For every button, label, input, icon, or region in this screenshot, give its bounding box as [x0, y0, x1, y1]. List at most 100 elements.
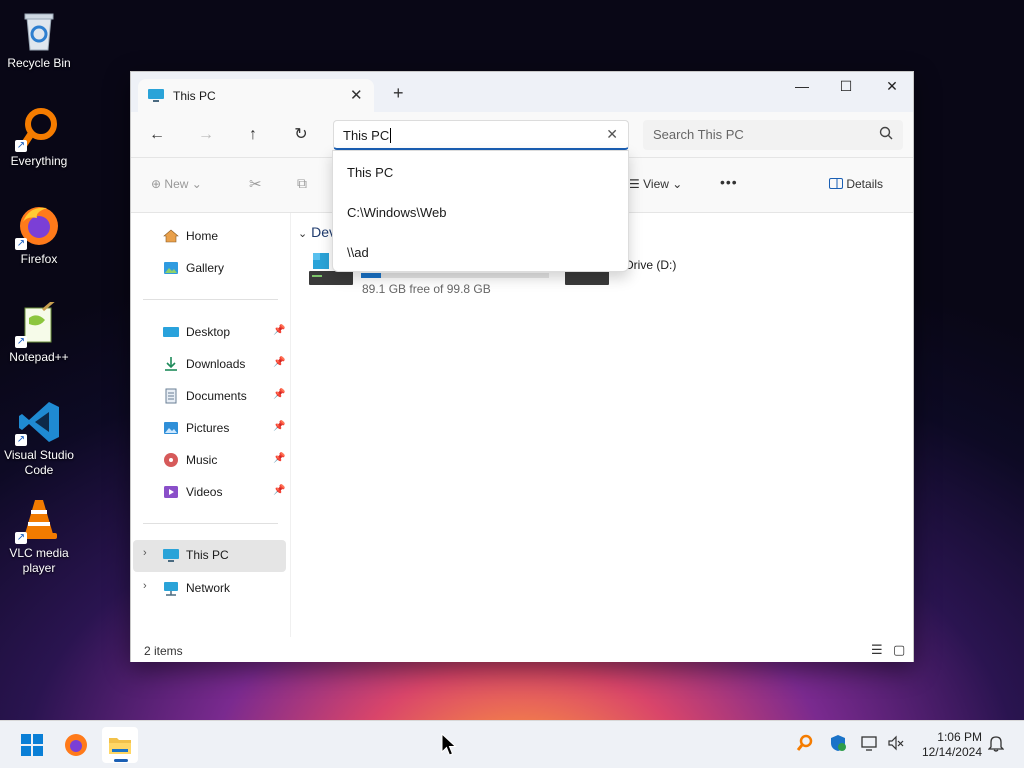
- sidebar-item-label: Gallery: [186, 261, 225, 275]
- sidebar-item-music[interactable]: Music 📌: [133, 445, 286, 475]
- clear-address-icon[interactable]: ✕: [606, 126, 618, 143]
- everything-search-icon: ↗: [15, 106, 61, 152]
- desktop-icon-vlc[interactable]: ↗ VLC media player: [2, 498, 76, 576]
- autocomplete-item[interactable]: C:\Windows\Web: [333, 193, 628, 233]
- tray-volume-muted-icon[interactable]: [887, 734, 905, 755]
- drive-c-usage-fill: [361, 273, 382, 278]
- view-icon: ☰: [629, 177, 640, 191]
- chevron-right-icon[interactable]: ›: [143, 547, 147, 559]
- view-label: View: [643, 177, 669, 191]
- desktop-icon-label: VLC media player: [9, 546, 69, 575]
- pin-icon[interactable]: 📌: [273, 453, 285, 464]
- taskbar: 1:06 PM 12/14/2024: [0, 720, 1024, 768]
- devices-group-header[interactable]: ⌄ Dev: [298, 224, 336, 240]
- documents-icon: [163, 388, 179, 404]
- back-button[interactable]: ←: [145, 124, 169, 146]
- desktop-icon-firefox[interactable]: ↗ Firefox: [2, 204, 76, 267]
- pin-icon[interactable]: 📌: [273, 485, 285, 496]
- tiles-view-icon[interactable]: ▢: [893, 642, 905, 658]
- pin-icon[interactable]: 📌: [273, 357, 285, 368]
- taskbar-clock[interactable]: 1:06 PM 12/14/2024: [910, 730, 982, 760]
- details-view-icon[interactable]: ☰: [871, 642, 883, 658]
- tray-everything-icon[interactable]: [796, 734, 814, 755]
- sidebar-item-videos[interactable]: Videos 📌: [133, 477, 286, 507]
- tab-title: This PC: [173, 89, 216, 103]
- autocomplete-item[interactable]: This PC: [333, 153, 628, 193]
- address-bar-input[interactable]: This PC ✕: [333, 120, 629, 150]
- tray-security-shield-icon[interactable]: [829, 734, 847, 755]
- notification-bell-icon[interactable]: [987, 734, 1005, 755]
- windows-logo-icon: [21, 734, 43, 756]
- sidebar-item-home[interactable]: Home: [133, 221, 286, 251]
- refresh-button[interactable]: ↻: [289, 124, 313, 146]
- more-options-button[interactable]: •••: [720, 174, 738, 190]
- search-placeholder: Search This PC: [653, 127, 744, 142]
- forward-button[interactable]: →: [194, 124, 218, 146]
- desktop-icon-notepadpp[interactable]: ↗ Notepad++: [2, 296, 76, 365]
- copy-icon[interactable]: ⧉: [297, 175, 307, 192]
- new-button[interactable]: ⊕ New ⌄: [151, 177, 202, 191]
- desktop-folder-icon: [163, 324, 179, 340]
- drive-d-label[interactable]: Drive (D:): [625, 258, 676, 272]
- drive-c-usage-bar: [361, 273, 549, 278]
- navigation-pane: Home Gallery Desktop 📌 Downloads 📌 Docum…: [131, 213, 291, 637]
- this-pc-icon: [148, 89, 164, 106]
- sidebar-item-label: Downloads: [186, 357, 246, 371]
- minimize-button[interactable]: —: [779, 72, 825, 100]
- sidebar-item-downloads[interactable]: Downloads 📌: [133, 349, 286, 379]
- gallery-icon: [163, 260, 179, 276]
- tray-network-icon[interactable]: [861, 734, 879, 755]
- sidebar-item-pictures[interactable]: Pictures 📌: [133, 413, 286, 443]
- taskbar-file-explorer[interactable]: [102, 727, 138, 763]
- up-button[interactable]: ↑: [241, 124, 265, 146]
- sidebar-item-network[interactable]: › Network: [133, 573, 286, 603]
- cut-icon[interactable]: ✂: [249, 175, 262, 193]
- sidebar-item-label: This PC: [186, 548, 229, 562]
- pin-icon[interactable]: 📌: [273, 325, 285, 336]
- chevron-down-icon: ⌄: [298, 228, 308, 240]
- pin-icon[interactable]: 📌: [273, 389, 285, 400]
- desktop-icon-vscode[interactable]: ↗ Visual Studio Code: [2, 400, 76, 478]
- tab-this-pc[interactable]: This PC ✕: [138, 79, 374, 112]
- autocomplete-item[interactable]: \\ad: [333, 233, 628, 273]
- search-input[interactable]: Search This PC: [643, 120, 903, 150]
- new-tab-button[interactable]: +: [393, 84, 404, 102]
- sidebar-item-gallery[interactable]: Gallery: [133, 253, 286, 283]
- status-bar: 2 items ☰ ▢: [131, 637, 913, 662]
- tab-close-icon[interactable]: ✕: [350, 86, 363, 104]
- sidebar-item-label: Music: [186, 453, 218, 467]
- details-button[interactable]: Details: [829, 177, 883, 191]
- item-count: 2 items: [144, 644, 183, 658]
- new-label: New: [164, 177, 189, 191]
- desktop-icon-label: Recycle Bin: [7, 56, 71, 70]
- vlc-cone-icon: ↗: [15, 498, 61, 544]
- chevron-right-icon[interactable]: ›: [143, 580, 147, 592]
- clock-time: 1:06 PM: [937, 730, 982, 744]
- sidebar-item-label: Network: [186, 581, 231, 595]
- text-caret: [390, 128, 392, 143]
- sidebar-item-desktop[interactable]: Desktop 📌: [133, 317, 286, 347]
- shortcut-arrow-icon: ↗: [15, 140, 27, 152]
- search-icon: [879, 126, 893, 143]
- sidebar-divider: [143, 299, 278, 300]
- maximize-button[interactable]: ☐: [823, 72, 869, 100]
- firefox-icon: [65, 734, 87, 756]
- chevron-down-icon: ⌄: [191, 177, 202, 191]
- view-button[interactable]: ☰ View ⌄: [629, 177, 682, 191]
- close-window-button[interactable]: ✕: [869, 72, 915, 100]
- taskbar-firefox[interactable]: [58, 727, 94, 763]
- pin-icon[interactable]: 📌: [273, 421, 285, 432]
- sidebar-item-documents[interactable]: Documents 📌: [133, 381, 286, 411]
- address-value: This PC: [343, 128, 390, 143]
- shortcut-arrow-icon: ↗: [15, 238, 27, 250]
- sidebar-item-this-pc[interactable]: › This PC: [133, 540, 286, 572]
- chevron-down-icon: ⌄: [672, 177, 683, 191]
- desktop-icon-everything[interactable]: ↗ Everything: [2, 106, 76, 169]
- pictures-icon: [163, 420, 179, 436]
- downloads-icon: [163, 356, 179, 372]
- this-pc-icon: [163, 547, 179, 563]
- sidebar-item-label: Videos: [186, 485, 223, 499]
- desktop-icon-recycle-bin[interactable]: Recycle Bin: [2, 8, 76, 71]
- start-button[interactable]: [14, 727, 50, 763]
- shortcut-arrow-icon: ↗: [15, 336, 27, 348]
